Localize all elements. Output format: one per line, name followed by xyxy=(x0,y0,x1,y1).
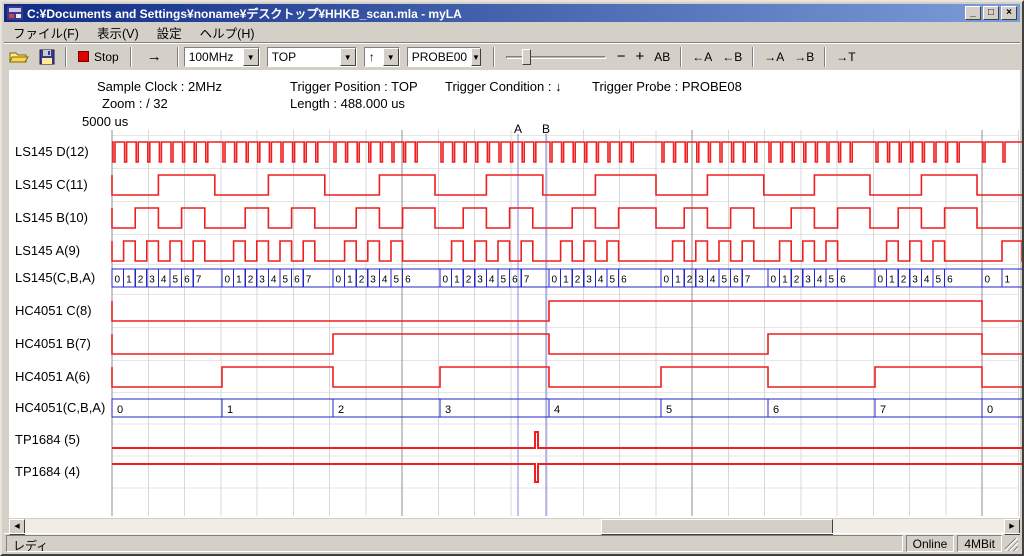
goto-marker-a-right-button[interactable]: →A xyxy=(759,46,789,68)
chevron-down-icon[interactable]: ▼ xyxy=(243,48,259,66)
save-file-button[interactable] xyxy=(34,46,60,68)
toolbar: Stop → 100MHz ▼ TOP ▼ ↑ ▼ PROBE00 ▼ − + … xyxy=(4,44,1020,69)
zoom-info: Zoom : / 32 xyxy=(102,96,168,111)
channel-label: TP1684 (5) xyxy=(15,432,109,447)
sample-clock-value: 100MHz xyxy=(185,48,238,66)
trigger-probe-value: PROBE00 xyxy=(408,48,471,66)
trigger-condition-info: Trigger Condition : ↓ xyxy=(445,79,562,94)
open-file-button[interactable] xyxy=(4,46,34,68)
menu-settings[interactable]: 設定 xyxy=(148,21,191,44)
app-icon xyxy=(7,6,23,20)
length-info: Length : 488.000 us xyxy=(290,96,405,111)
chevron-down-icon[interactable]: ▼ xyxy=(383,48,399,66)
channel-label: HC4051 C(8) xyxy=(15,303,109,318)
goto-trigger-button[interactable]: →T xyxy=(831,46,860,68)
toolbar-separator xyxy=(824,47,826,67)
status-online: Online xyxy=(906,535,955,552)
stop-button[interactable]: Stop xyxy=(72,46,125,68)
stop-icon xyxy=(78,51,89,62)
toolbar-separator xyxy=(65,47,67,67)
zoom-in-button[interactable]: + xyxy=(630,46,649,68)
toolbar-separator xyxy=(752,47,754,67)
close-button[interactable]: × xyxy=(1001,6,1017,20)
trigger-probe-select[interactable]: PROBE00 ▼ xyxy=(407,47,481,67)
toolbar-separator xyxy=(680,47,682,67)
app-window: C:¥Documents and Settings¥noname¥デスクトップ¥… xyxy=(0,0,1024,556)
goto-marker-b-left-button[interactable]: ←B xyxy=(717,46,747,68)
waveform-panel[interactable] xyxy=(9,70,1020,518)
open-folder-icon xyxy=(9,49,29,65)
channel-label: LS145 C(11) xyxy=(15,177,109,192)
zoom-out-button[interactable]: − xyxy=(612,46,631,68)
title-bar[interactable]: C:¥Documents and Settings¥noname¥デスクトップ¥… xyxy=(4,4,1020,22)
chevron-down-icon[interactable]: ▼ xyxy=(471,48,481,66)
trigger-edge-value: ↑ xyxy=(365,48,379,66)
channel-label: LS145 D(12) xyxy=(15,144,109,159)
sample-clock-info: Sample Clock : 2MHz xyxy=(97,79,222,94)
status-message: レディ xyxy=(6,535,903,552)
sample-clock-select[interactable]: 100MHz ▼ xyxy=(184,47,260,67)
zoom-slider-track xyxy=(506,56,606,59)
channel-label: TP1684 (4) xyxy=(15,464,109,479)
stop-label: Stop xyxy=(94,50,119,64)
status-bar: レディ Online 4MBit xyxy=(4,533,1020,552)
goto-marker-a-left-button[interactable]: ←A xyxy=(687,46,717,68)
status-memory: 4MBit xyxy=(957,535,1002,552)
goto-marker-b-right-button[interactable]: →B xyxy=(789,46,819,68)
menu-view[interactable]: 表示(V) xyxy=(88,21,148,44)
toolbar-separator xyxy=(493,47,495,67)
toolbar-separator xyxy=(177,47,179,67)
channel-label: HC4051(C,B,A) xyxy=(15,400,109,415)
trigger-edge-select[interactable]: ↑ ▼ xyxy=(364,47,400,67)
trigger-probe-info: Trigger Probe : PROBE08 xyxy=(592,79,742,94)
save-floppy-icon xyxy=(39,49,55,65)
channel-label: HC4051 B(7) xyxy=(15,336,109,351)
window-title: C:¥Documents and Settings¥noname¥デスクトップ¥… xyxy=(27,5,963,22)
channel-label: LS145 A(9) xyxy=(15,243,109,258)
menu-bar: ファイル(F) 表示(V) 設定 ヘルプ(H) xyxy=(4,23,1020,42)
run-button[interactable]: → xyxy=(137,46,172,68)
channel-label: HC4051 A(6) xyxy=(15,369,109,384)
trigger-position-info: Trigger Position : TOP xyxy=(290,79,418,94)
chevron-down-icon[interactable]: ▼ xyxy=(340,48,356,66)
menu-help[interactable]: ヘルプ(H) xyxy=(191,21,264,44)
resize-grip[interactable] xyxy=(1005,538,1018,551)
toolbar-separator xyxy=(130,47,132,67)
channel-label: LS145(C,B,A) xyxy=(15,270,109,285)
maximize-button[interactable]: □ xyxy=(983,6,999,20)
channel-label: LS145 B(10) xyxy=(15,210,109,225)
timebase-label: 5000 us xyxy=(82,114,128,129)
menu-file[interactable]: ファイル(F) xyxy=(4,21,88,44)
trigger-position-value: TOP xyxy=(268,48,300,66)
trigger-position-select[interactable]: TOP ▼ xyxy=(267,47,357,67)
zoom-slider-thumb[interactable] xyxy=(522,49,531,65)
minimize-button[interactable]: _ xyxy=(965,6,981,20)
ab-range-button[interactable]: AB xyxy=(649,46,675,68)
zoom-slider[interactable] xyxy=(506,47,606,67)
